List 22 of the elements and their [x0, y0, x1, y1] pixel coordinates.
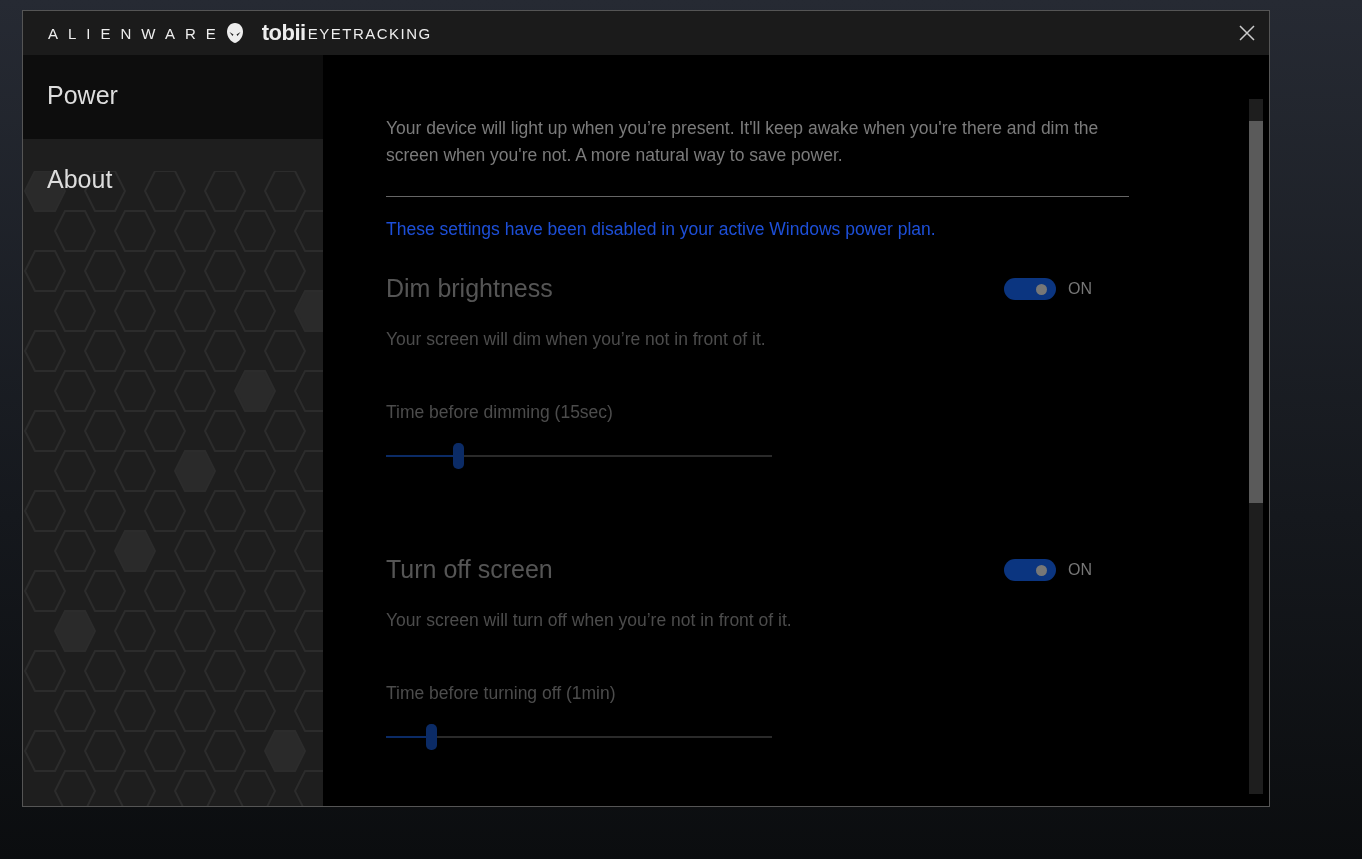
- toggle-switch[interactable]: [1004, 558, 1056, 581]
- slider-thumb[interactable]: [453, 443, 465, 469]
- slider-label: Time before turning off (1min): [386, 683, 617, 704]
- toggle-switch[interactable]: [1004, 277, 1056, 300]
- toggle-label: ON: [1068, 279, 1092, 298]
- section-title: Dim brightness: [386, 274, 553, 303]
- product-name: EYETRACKING: [307, 24, 432, 42]
- section-title: Turn off screen: [386, 555, 553, 584]
- section-description: Your screen will turn off when you’re not in front of it.: [386, 610, 793, 631]
- intro-text: Your device will light up when you’re present. It'll keep awake when you're there and dim the screen when you're not. A more natural way to save power.: [386, 117, 1100, 167]
- sidebar-item[interactable]: Power: [23, 55, 323, 139]
- close-icon[interactable]: [1239, 25, 1255, 41]
- brand-logo-text: ALIENWARE: [48, 24, 226, 42]
- slider-thumb[interactable]: [426, 724, 438, 750]
- toggle-label: ON: [1068, 560, 1092, 579]
- partner-logo-text: tobii: [261, 20, 306, 46]
- sidebar-item[interactable]: About: [23, 139, 323, 223]
- slider-label: Time before dimming (15sec): [386, 402, 614, 423]
- alien-head-icon: [225, 22, 244, 44]
- section-description: Your screen will dim when you’re not in front of it.: [386, 329, 767, 350]
- notice-text: These settings have been disabled in your active Windows power plan.: [386, 219, 937, 240]
- scrollbar[interactable]: [1249, 99, 1263, 794]
